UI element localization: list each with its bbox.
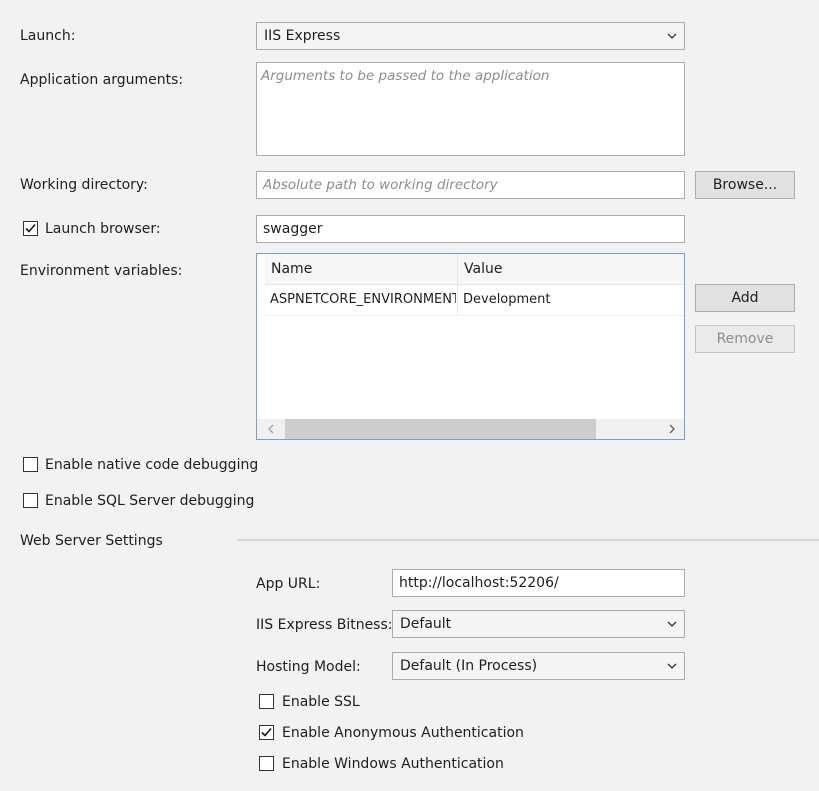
column-divider[interactable] — [457, 254, 458, 284]
launch-dropdown-value: IIS Express — [264, 28, 341, 44]
chevron-down-icon — [667, 653, 677, 679]
windows-auth-checkbox[interactable] — [259, 756, 274, 771]
enable-ssl-checkbox[interactable] — [259, 694, 274, 709]
checkmark-icon — [261, 727, 272, 737]
app-args-placeholder: Arguments to be passed to the applicatio… — [261, 68, 550, 84]
sql-debug-checkbox[interactable] — [23, 493, 38, 508]
remove-env-var-button[interactable]: Remove — [695, 325, 795, 353]
add-env-var-button[interactable]: Add — [695, 284, 795, 312]
app-url-input[interactable]: http://localhost:52206/ — [392, 569, 685, 597]
anonymous-auth-checkbox[interactable] — [259, 725, 274, 740]
enable-ssl-label: Enable SSL — [282, 694, 360, 710]
app-url-label: App URL: — [256, 576, 321, 592]
table-row[interactable]: ASPNETCORE_ENVIRONMENT Development — [265, 285, 684, 316]
column-header-value[interactable]: Value — [464, 254, 664, 284]
chevron-down-icon — [667, 23, 677, 49]
launch-dropdown[interactable]: IIS Express — [256, 22, 685, 50]
scroll-right-icon[interactable] — [666, 419, 678, 439]
native-debug-checkbox[interactable] — [23, 457, 38, 472]
working-dir-placeholder: Absolute path to working directory — [263, 177, 498, 193]
checkmark-icon — [25, 223, 36, 233]
scroll-left-icon[interactable] — [265, 419, 277, 439]
section-divider — [237, 539, 819, 541]
cell-divider — [457, 285, 458, 315]
grid-header: Name Value — [265, 254, 684, 285]
env-vars-grid[interactable]: Name Value ASPNETCORE_ENVIRONMENT Develo… — [256, 253, 685, 440]
bitness-dropdown[interactable]: Default — [392, 610, 685, 638]
web-server-section-title: Web Server Settings — [20, 533, 163, 549]
launch-browser-url-input[interactable]: swagger — [256, 215, 685, 243]
hosting-model-dropdown-value: Default (In Process) — [400, 658, 538, 674]
launch-browser-checkbox[interactable] — [23, 221, 38, 236]
column-header-name[interactable]: Name — [271, 254, 451, 284]
browse-button[interactable]: Browse... — [695, 171, 795, 199]
chevron-down-icon — [667, 611, 677, 637]
env-var-value-cell: Development — [463, 292, 551, 307]
working-dir-label: Working directory: — [20, 177, 148, 193]
scrollbar-thumb[interactable] — [285, 419, 596, 439]
app-args-textarea[interactable]: Arguments to be passed to the applicatio… — [256, 62, 685, 156]
hosting-model-dropdown[interactable]: Default (In Process) — [392, 652, 685, 680]
launch-label: Launch: — [20, 28, 76, 44]
bitness-dropdown-value: Default — [400, 616, 452, 632]
app-args-label: Application arguments: — [20, 72, 184, 88]
bitness-label: IIS Express Bitness: — [256, 617, 393, 633]
hosting-model-label: Hosting Model: — [256, 659, 361, 675]
anonymous-auth-label: Enable Anonymous Authentication — [282, 725, 524, 741]
working-dir-input[interactable]: Absolute path to working directory — [256, 171, 685, 199]
native-debug-label: Enable native code debugging — [45, 457, 259, 473]
sql-debug-label: Enable SQL Server debugging — [45, 493, 255, 509]
horizontal-scrollbar[interactable] — [257, 419, 684, 439]
env-var-name-cell: ASPNETCORE_ENVIRONMENT — [270, 292, 456, 307]
launch-browser-label: Launch browser: — [45, 221, 161, 237]
windows-auth-label: Enable Windows Authentication — [282, 756, 504, 772]
env-vars-label: Environment variables: — [20, 263, 183, 279]
